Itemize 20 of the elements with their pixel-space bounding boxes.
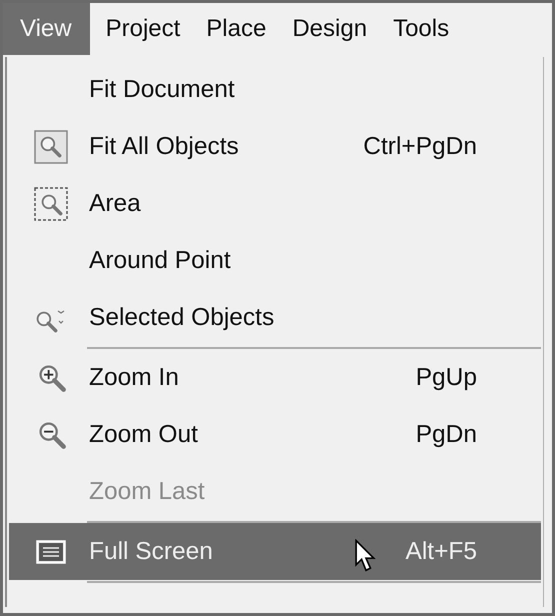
menu-item[interactable]: Zoom In PgUp xyxy=(9,349,541,406)
menu-item[interactable]: Fit All Objects Ctrl+PgDn xyxy=(9,118,541,175)
menu-bar-item[interactable]: Project xyxy=(92,3,190,55)
menu-item[interactable]: Selected Objects xyxy=(9,289,541,346)
shortcut-text: Alt+F5 xyxy=(406,538,477,566)
shortcut-text: PgDn xyxy=(416,420,477,448)
menu-item[interactable]: Full Screen Alt+F5 xyxy=(9,523,541,580)
menu-bar-item[interactable]: Tools xyxy=(379,3,460,55)
shortcut-text: Ctrl+PgDn xyxy=(363,132,477,160)
menu-bar-item[interactable]: Place xyxy=(192,3,276,55)
menu-item[interactable]: Area xyxy=(9,175,541,232)
menu-item[interactable]: Zoom Out PgDn xyxy=(9,406,541,463)
menu-bar-item[interactable]: View xyxy=(3,3,90,55)
menu-item[interactable]: Around Point xyxy=(9,232,541,289)
magnifier-page-icon xyxy=(34,130,68,164)
menu-bar-item[interactable]: Design xyxy=(278,3,378,55)
shortcut-text: PgUp xyxy=(416,364,477,392)
magnifier-dashed-frame-icon xyxy=(34,186,68,220)
menu-item[interactable]: Fit Document xyxy=(9,61,541,118)
mouse-pointer-icon xyxy=(355,539,377,573)
